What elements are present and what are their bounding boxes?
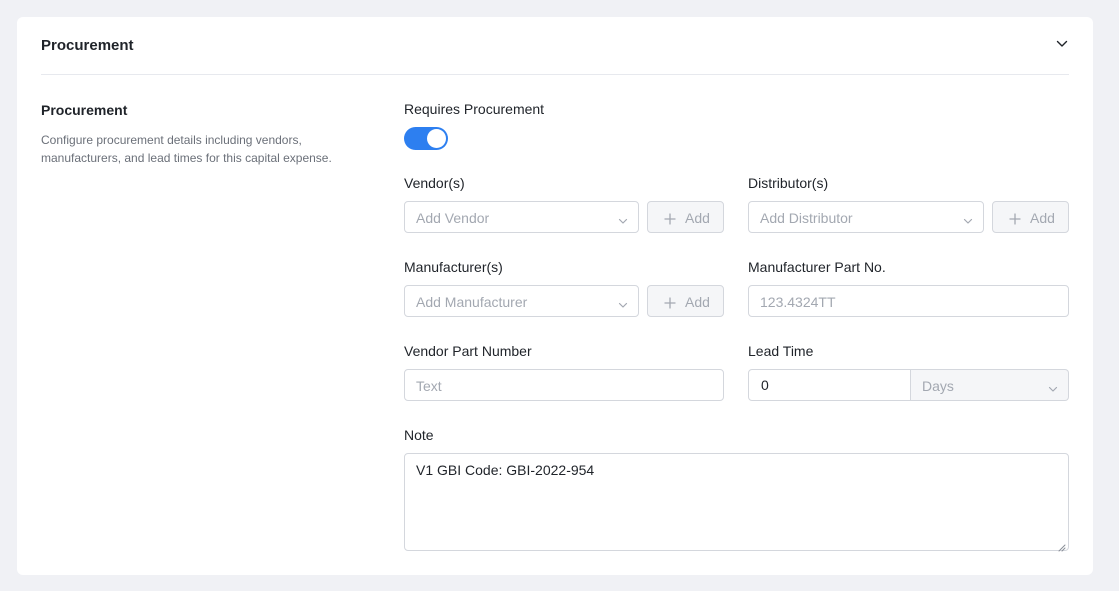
lead-time-label: Lead Time <box>748 343 814 359</box>
chevron-down-icon <box>618 213 628 224</box>
vendor-part-number-label: Vendor Part Number <box>404 343 532 359</box>
distributors-label: Distributor(s) <box>748 175 829 191</box>
card-title: Procurement <box>41 37 134 54</box>
chevron-down-icon <box>963 213 973 224</box>
requires-procurement-label: Requires Procurement <box>404 101 545 117</box>
procurement-card: Procurement Procurement Configure procur… <box>17 17 1093 575</box>
add-vendor-label: Add <box>685 210 710 226</box>
add-manufacturer-label: Add <box>685 294 710 310</box>
plus-icon <box>664 212 676 225</box>
section-title: Procurement <box>41 102 128 118</box>
resize-handle-icon[interactable] <box>1057 539 1066 552</box>
lead-time-unit-placeholder: Days <box>922 378 954 394</box>
lead-time-value: 0 <box>761 377 769 393</box>
section-description: Configure procurement details including … <box>41 133 332 165</box>
chevron-down-icon <box>1048 381 1058 392</box>
vendor-select-placeholder: Add Vendor <box>416 210 490 226</box>
add-vendor-button[interactable]: Add <box>647 201 724 233</box>
plus-icon <box>664 296 676 309</box>
requires-procurement-toggle[interactable] <box>404 127 448 150</box>
vendor-part-number-placeholder: Text <box>416 378 442 394</box>
lead-time-unit-select[interactable]: Days <box>911 369 1069 401</box>
manufacturers-label: Manufacturer(s) <box>404 259 503 275</box>
chevron-down-icon <box>618 297 628 308</box>
distributor-select[interactable]: Add Distributor <box>748 201 984 233</box>
add-manufacturer-button[interactable]: Add <box>647 285 724 317</box>
vendor-select[interactable]: Add Vendor <box>404 201 639 233</box>
plus-icon <box>1009 212 1021 225</box>
note-value: V1 GBI Code: GBI-2022-954 <box>416 462 595 478</box>
note-textarea[interactable]: V1 GBI Code: GBI-2022-954 <box>404 453 1069 552</box>
vendors-label: Vendor(s) <box>404 175 465 191</box>
add-distributor-button[interactable]: Add <box>992 201 1069 233</box>
vendor-part-number-input[interactable]: Text <box>404 369 724 401</box>
manufacturer-select[interactable]: Add Manufacturer <box>404 285 639 317</box>
card-header: Procurement <box>41 17 1069 75</box>
note-label: Note <box>404 427 434 443</box>
add-distributor-label: Add <box>1030 210 1055 226</box>
lead-time-input[interactable]: 0 <box>748 369 911 401</box>
manufacturer-select-placeholder: Add Manufacturer <box>416 294 528 310</box>
manufacturer-part-no-input[interactable]: 123.4324TT <box>748 285 1069 317</box>
chevron-down-icon[interactable] <box>1055 37 1069 51</box>
toggle-knob <box>427 129 446 148</box>
manufacturer-part-no-placeholder: 123.4324TT <box>760 294 836 310</box>
manufacturer-part-no-label: Manufacturer Part No. <box>748 259 886 275</box>
distributor-select-placeholder: Add Distributor <box>760 210 853 226</box>
